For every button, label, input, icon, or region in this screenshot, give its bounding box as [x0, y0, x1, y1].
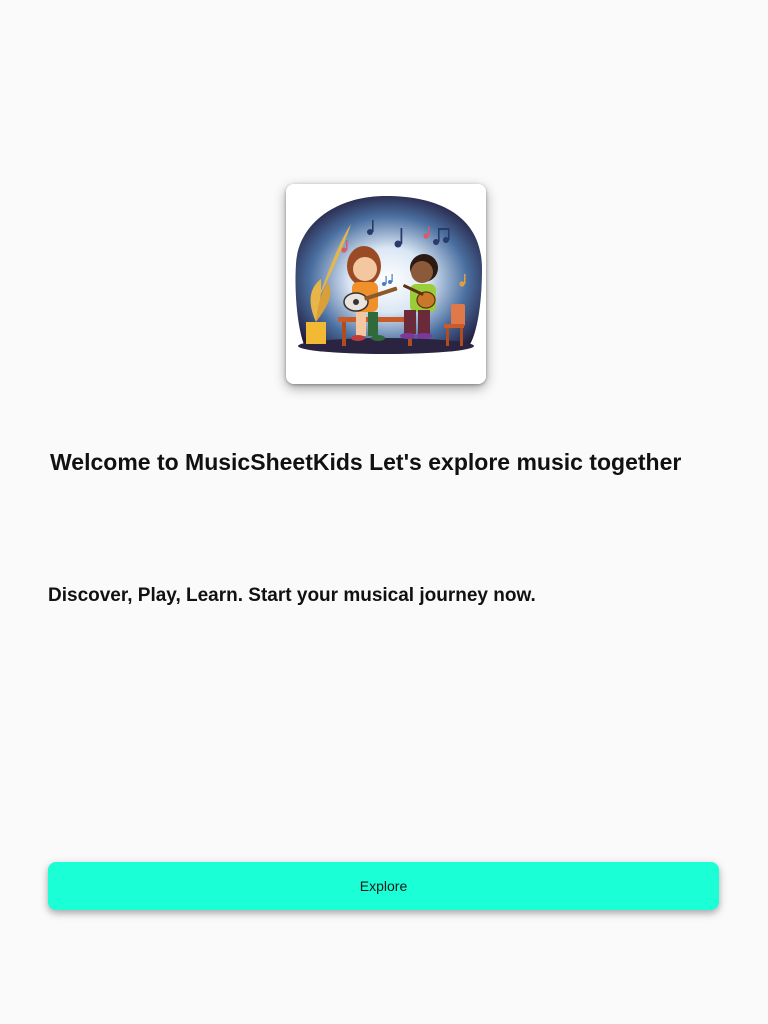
welcome-screen: Welcome to MusicSheetKids Let's explore … [0, 0, 768, 1024]
welcome-title: Welcome to MusicSheetKids Let's explore … [50, 449, 682, 475]
kids-playing-music-illustration [286, 184, 486, 384]
hero-image-card [286, 184, 486, 384]
tagline-text: Discover, Play, Learn. Start your musica… [48, 585, 536, 606]
explore-button[interactable]: Explore [48, 862, 719, 910]
